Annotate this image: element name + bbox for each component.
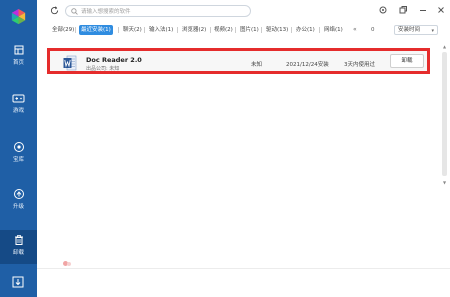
tab-driver[interactable]: 驱动(13) — [264, 25, 290, 35]
trash-icon — [14, 235, 23, 245]
settings-icon[interactable] — [378, 5, 388, 15]
sort-select[interactable]: 安装时间 ▾ — [394, 25, 438, 35]
chevron-down-icon: ▾ — [431, 28, 434, 34]
tab-video[interactable]: 视频(2) — [212, 25, 235, 35]
app-logo-icon — [11, 8, 26, 25]
app-publisher: 出品公司: 未知 — [86, 66, 120, 72]
app-usage: 3天内使用过 — [344, 62, 375, 68]
tab-all[interactable]: 全部(29) — [50, 25, 76, 35]
tab-image[interactable]: 图片(1) — [238, 25, 261, 35]
scrollbar-thumb[interactable] — [442, 52, 447, 176]
word-document-icon — [63, 55, 77, 71]
uninstall-button[interactable]: 卸载 — [390, 54, 424, 68]
search-box[interactable] — [65, 5, 251, 17]
app-size: 未知 — [251, 62, 263, 68]
refresh-icon[interactable] — [50, 6, 59, 15]
list-item[interactable]: Doc Reader 2.0 出品公司: 未知 未知 2021/12/24安装 … — [47, 48, 430, 74]
sort-select-value: 安装时间 — [398, 27, 421, 33]
app-name: Doc Reader 2.0 — [86, 56, 142, 64]
sidebar-item-label: 宝库 — [12, 157, 24, 163]
title-bar — [37, 0, 450, 22]
status-bar — [37, 268, 450, 297]
scroll-up-icon[interactable]: ▲ — [443, 44, 446, 49]
sidebar-item-label: 升级 — [12, 204, 24, 210]
close-icon[interactable] — [436, 5, 446, 15]
minimize-icon[interactable] — [418, 5, 428, 15]
tab-chat[interactable]: 聊天(2) — [121, 25, 144, 35]
tab-recent-install[interactable]: 最近安装(1) — [79, 25, 113, 35]
tab-browser[interactable]: 浏览器(2) — [180, 25, 208, 35]
gamepad-icon — [12, 94, 25, 103]
store-icon — [13, 142, 24, 152]
sidebar-item-upgrade[interactable]: 升级 — [0, 184, 37, 218]
sidebar-item-label: 游戏 — [12, 108, 24, 114]
sidebar-item-store[interactable]: 宝库 — [0, 137, 37, 171]
download-icon[interactable] — [11, 275, 25, 289]
sidebar-item-label: 卸载 — [12, 250, 24, 256]
filter-count: 0 — [371, 27, 375, 33]
search-input[interactable] — [81, 7, 246, 16]
category-filter-bar: 全部(29) 最近安装(1) 聊天(2) 输入法(1) 浏览器(2) 视频(2)… — [37, 22, 450, 38]
scroll-down-icon[interactable]: ▼ — [443, 180, 446, 185]
tab-network[interactable]: 网络(1) — [322, 25, 345, 35]
loading-indicator-dot — [67, 262, 71, 266]
sidebar-item-label: 首页 — [12, 60, 24, 66]
sidebar-item-uninstall[interactable]: 卸载 — [0, 230, 37, 264]
restore-icon[interactable] — [398, 5, 408, 15]
tab-input-method[interactable]: 输入法(1) — [147, 25, 175, 35]
search-icon — [71, 8, 78, 15]
tab-office[interactable]: 办公(1) — [294, 25, 317, 35]
sidebar-item-game[interactable]: 游戏 — [0, 89, 37, 123]
home-icon — [14, 45, 23, 55]
upgrade-icon — [13, 189, 24, 199]
more-tabs-button[interactable]: « — [353, 25, 357, 35]
app-install-date: 2021/12/24安装 — [286, 62, 329, 68]
sidebar-item-home[interactable]: 首页 — [0, 40, 37, 74]
sidebar: 首页 游戏 宝库 升级 卸载 — [0, 0, 37, 297]
